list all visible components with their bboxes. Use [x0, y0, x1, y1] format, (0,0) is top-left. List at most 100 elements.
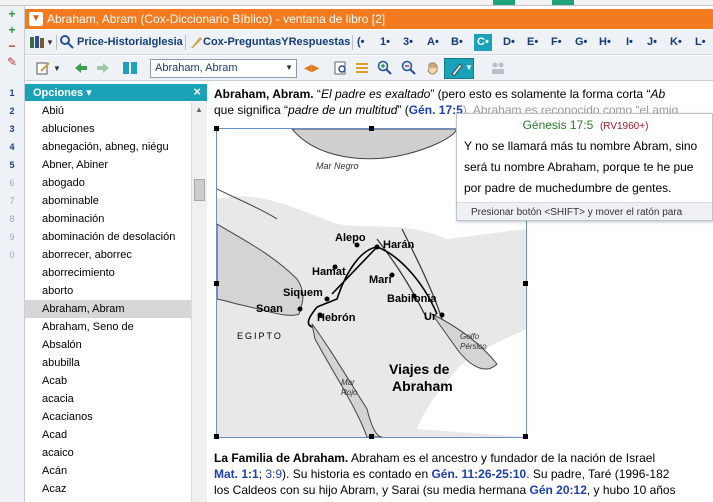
bookmark-number[interactable]: 1 [0, 88, 24, 98]
tooltip-header: Génesis 17:5 (RV1960+) [457, 118, 712, 132]
list-item[interactable]: abominable [25, 192, 191, 210]
map-label: Soan [256, 303, 283, 315]
chevron-down-icon[interactable]: ▼ [285, 63, 293, 72]
library-books-icon[interactable] [29, 34, 45, 50]
entries-sidebar: Opciones ▾ × Abiú abluciones abnegación,… [25, 84, 207, 502]
edit-pencil-icon[interactable]: ✎ [6, 56, 18, 68]
page-search-icon[interactable] [333, 60, 349, 76]
scripture-link[interactable]: 3:9 [265, 467, 282, 481]
italic-meaning: padre de un multitud [288, 103, 398, 117]
pan-hand-icon[interactable] [425, 60, 441, 76]
letter-index-button[interactable]: K• [670, 34, 682, 51]
list-item[interactable]: Acaz [25, 480, 191, 498]
search-icon[interactable] [59, 34, 75, 50]
list-item[interactable]: aborrecer, aborrec [25, 246, 191, 264]
notes-dropdown-icon[interactable]: ▼ [53, 60, 61, 77]
add-secondary-icon[interactable]: + [6, 24, 18, 36]
zoom-out-icon[interactable] [401, 60, 417, 76]
resize-handle[interactable] [214, 434, 219, 439]
map-label: Hebrón [317, 312, 356, 324]
book-price-historia-button[interactable]: Price-HistoriaIglesia [77, 34, 183, 51]
prev-next-arrows-icon[interactable]: ◀▶ [304, 60, 319, 77]
text-span: . Su padre, Taré (1996-182 [526, 467, 670, 481]
resize-handle[interactable] [214, 281, 219, 286]
bookmark-number[interactable]: 2 [0, 106, 24, 116]
list-item-selected[interactable]: Abraham, Abram [25, 300, 191, 318]
bookmark-number[interactable]: 3 [0, 124, 24, 134]
letter-index-button[interactable]: L• [695, 34, 706, 51]
letter-index-button[interactable]: I• [626, 34, 633, 51]
close-icon[interactable]: × [193, 84, 201, 99]
list-item[interactable]: abnegación, abneg, niégu [25, 138, 191, 156]
scrollbar-thumb[interactable] [194, 179, 205, 201]
toolbar-separator [185, 35, 186, 50]
users-share-icon[interactable] [490, 60, 506, 76]
entry-address-input[interactable]: Abraham, Abram ▼ [150, 59, 297, 78]
bookmark-number[interactable]: 6 [0, 178, 24, 188]
feather-quill-icon[interactable] [188, 34, 204, 50]
list-item[interactable]: Abiú [25, 102, 191, 120]
list-item[interactable]: Abner, Abiner [25, 156, 191, 174]
list-item[interactable]: Acad [25, 426, 191, 444]
bookmark-number[interactable]: 8 [0, 214, 24, 224]
options-dropdown[interactable]: Opciones ▾ [33, 86, 92, 99]
resize-handle[interactable] [523, 434, 528, 439]
letter-index-button[interactable]: (• [357, 34, 365, 51]
letter-index-button[interactable]: H• [599, 34, 611, 51]
window-menu-chevron-icon[interactable]: ▼ [29, 12, 43, 26]
tooltip-version: (RV1960+) [599, 121, 649, 132]
letter-index-button[interactable]: G• [575, 34, 587, 51]
library-dropdown-icon[interactable]: ▼ [46, 34, 54, 51]
highlight-list-icon[interactable] [354, 60, 370, 76]
letter-index-button[interactable]: B• [451, 34, 463, 51]
zoom-in-icon[interactable] [377, 60, 393, 76]
list-item[interactable]: Acab [25, 372, 191, 390]
letter-index-button[interactable]: 1• [380, 34, 390, 51]
scroll-up-arrow-icon[interactable]: ▲ [195, 105, 203, 114]
list-item[interactable]: Absalón [25, 336, 191, 354]
bookmark-number[interactable]: 7 [0, 196, 24, 206]
list-item[interactable]: abogado [25, 174, 191, 192]
edit-notes-icon[interactable] [35, 60, 51, 76]
letter-index-button-selected[interactable]: C• [474, 34, 492, 51]
list-item[interactable]: Abraham, Seno de [25, 318, 191, 336]
bookmark-number[interactable]: 9 [0, 232, 24, 242]
bookmark-number[interactable]: 5 [0, 160, 24, 170]
list-item[interactable]: aborto [25, 282, 191, 300]
list-item[interactable]: aborrecimiento [25, 264, 191, 282]
add-plus-icon[interactable]: + [6, 8, 18, 20]
forward-arrow-icon[interactable] [95, 60, 111, 76]
list-item[interactable]: abominación [25, 210, 191, 228]
list-item[interactable]: Acán [25, 462, 191, 480]
book-cox-preguntas-button[interactable]: Cox-PreguntasYRespuestas [203, 34, 350, 51]
highlighter-tool-button[interactable]: ▼ [444, 58, 474, 79]
scripture-link[interactable]: Gén 20:12 [530, 483, 587, 497]
list-item[interactable]: abubilla [25, 354, 191, 372]
toolbar-separator [56, 35, 57, 50]
list-item[interactable]: abluciones [25, 120, 191, 138]
resize-handle[interactable] [369, 434, 374, 439]
letter-index-button[interactable]: A• [427, 34, 439, 51]
tooltip-line: por padre de muchedumbre de gentes. [464, 181, 672, 195]
list-item[interactable]: abominación de desolación [25, 228, 191, 246]
remove-minus-icon[interactable]: − [6, 40, 18, 52]
letter-index-button[interactable]: E• [527, 34, 538, 51]
letter-index-button[interactable]: D• [503, 34, 515, 51]
letter-index-button[interactable]: J• [647, 34, 657, 51]
back-arrow-icon[interactable] [73, 60, 89, 76]
bookmark-number[interactable]: 0 [0, 250, 24, 260]
sidebar-scrollbar[interactable]: ▲ [191, 102, 207, 502]
resize-handle[interactable] [523, 281, 528, 286]
open-book-icon[interactable] [122, 60, 138, 76]
bookmark-number[interactable]: 4 [0, 142, 24, 152]
resize-handle[interactable] [369, 126, 374, 131]
scripture-link[interactable]: Gén. 11:26-25:10 [431, 467, 526, 481]
letter-index-button[interactable]: 3• [403, 34, 413, 51]
letter-index-button[interactable]: F• [551, 34, 562, 51]
list-item[interactable]: Acacianos [25, 408, 191, 426]
scripture-link[interactable]: Mat. 1:1 [214, 467, 259, 481]
scripture-link[interactable]: Gén. 17:5 [409, 103, 463, 117]
list-item[interactable]: acaico [25, 444, 191, 462]
list-item[interactable]: acacia [25, 390, 191, 408]
resize-handle[interactable] [214, 126, 219, 131]
